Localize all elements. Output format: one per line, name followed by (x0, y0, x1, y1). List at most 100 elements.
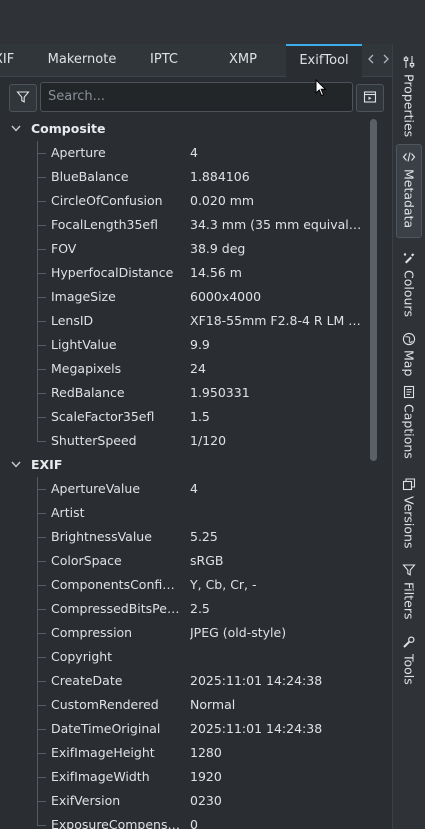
chevron-down-icon[interactable] (10, 117, 24, 141)
metadata-row[interactable]: ColorSpace sRGB (0, 549, 376, 573)
filter-button[interactable] (9, 84, 37, 112)
code-icon (401, 149, 417, 165)
metadata-row[interactable]: BlueBalance 1.884106 (0, 165, 376, 189)
wrench-icon (401, 634, 417, 650)
metadata-panel: EXIF Makernote IPTC XMP ExifTool Search.… (0, 44, 393, 829)
metadata-key: Aperture (51, 145, 106, 160)
metadata-key: Artist (51, 505, 85, 520)
palette-icon (401, 250, 417, 266)
tree-group[interactable]: Composite (0, 117, 376, 141)
sidebar-tab-label: Map (401, 350, 417, 377)
panel-menu-icon (363, 90, 377, 107)
metadata-key: FOV (51, 241, 77, 256)
metadata-row[interactable]: Megapixels 24 (0, 357, 376, 381)
metadata-row[interactable]: Artist (0, 501, 376, 525)
window-top-strip (0, 0, 425, 44)
metadata-row[interactable]: ApertureValue 4 (0, 477, 376, 501)
scrollbar-thumb[interactable] (370, 119, 377, 461)
metadata-row[interactable]: Compression JPEG (old-style) (0, 621, 376, 645)
metadata-value: JPEG (old-style) (190, 625, 287, 640)
metadata-value: Normal (190, 697, 236, 712)
tab-xmp[interactable]: XMP (210, 44, 276, 76)
metadata-row[interactable]: BrightnessValue 5.25 (0, 525, 376, 549)
metadata-row[interactable]: LightValue 9.9 (0, 333, 376, 357)
tree-group[interactable]: EXIF (0, 453, 376, 477)
tree-branch-line (37, 561, 46, 562)
tree-branch-line (37, 753, 46, 754)
metadata-key: ApertureValue (51, 481, 141, 496)
sidebar-tab-colours[interactable]: Colours (396, 246, 422, 322)
tree-branch-line (37, 777, 46, 778)
globe-icon (401, 332, 417, 346)
metadata-row[interactable]: ScaleFactor35efl 1.5 (0, 405, 376, 429)
metadata-row[interactable]: CustomRendered Normal (0, 693, 376, 717)
search-input[interactable]: Search... (40, 82, 353, 112)
chevron-left-icon[interactable] (364, 44, 378, 76)
metadata-row[interactable]: ExifVersion 0230 (0, 789, 376, 813)
tab-makernote[interactable]: Makernote (33, 44, 131, 76)
metadata-value: 1.884106 (190, 169, 250, 184)
metadata-row[interactable]: CreateDate 2025:11:01 14:24:38 (0, 669, 376, 693)
tree-branch-line (37, 537, 46, 538)
tree-branch-line (37, 633, 46, 634)
sidebar-tab-properties[interactable]: Properties (396, 50, 422, 140)
metadata-row[interactable]: ExifImageHeight 1280 (0, 741, 376, 765)
sidebar-tab-metadata[interactable]: Metadata (396, 144, 422, 238)
metadata-row[interactable]: HyperfocalDistance 14.56 m (0, 261, 376, 285)
metadata-key: ScaleFactor35efl (51, 409, 155, 424)
metadata-row[interactable]: ImageSize 6000x4000 (0, 285, 376, 309)
metadata-row[interactable]: DateTimeOriginal 2025:11:01 14:24:38 (0, 717, 376, 741)
metadata-row[interactable]: ComponentsConfig... Y, Cb, Cr, - (0, 573, 376, 597)
document-icon (401, 384, 417, 400)
metadata-row[interactable]: ShutterSpeed 1/120 (0, 429, 376, 453)
sidebar-tab-filters[interactable]: Filters (396, 558, 422, 624)
sidebar-tab-label: Colours (401, 270, 417, 318)
metadata-row[interactable]: ExifImageWidth 1920 (0, 765, 376, 789)
metadata-row[interactable]: Copyright (0, 645, 376, 669)
metadata-row[interactable]: RedBalance 1.950331 (0, 381, 376, 405)
tab-iptc[interactable]: IPTC (131, 44, 197, 76)
metadata-key: Megapixels (51, 361, 122, 376)
metadata-row[interactable]: ExposureCompensa... 0 (0, 813, 376, 829)
metadata-value: 0.020 mm (190, 193, 255, 208)
metadata-key: ColorSpace (51, 553, 122, 568)
tree-branch-line (37, 801, 46, 802)
metadata-value: 1/120 (190, 433, 227, 448)
metadata-row[interactable]: FOV 38.9 deg (0, 237, 376, 261)
chevron-right-icon[interactable] (379, 44, 393, 76)
metadata-key: DateTimeOriginal (51, 721, 161, 736)
tree-scrollbar[interactable] (370, 117, 378, 829)
tree-branch-line (37, 369, 46, 370)
tab-exiftool[interactable]: ExifTool (286, 44, 362, 77)
metadata-value: 2.5 (190, 601, 210, 616)
metadata-row[interactable]: FocalLength35efl 34.3 mm (35 mm equivale.… (0, 213, 376, 237)
sidebar-tab-tools[interactable]: Tools (396, 630, 422, 692)
metadata-row[interactable]: CompressedBitsPer... 2.5 (0, 597, 376, 621)
metadata-value: sRGB (190, 553, 224, 568)
stack-icon (401, 476, 417, 492)
tree-group-label: Composite (31, 121, 106, 136)
metadata-value: XF18-55mm F2.8-4 R LM OIS (190, 313, 362, 328)
sidebar-tab-versions[interactable]: Versions (396, 472, 422, 552)
metadata-row[interactable]: LensID XF18-55mm F2.8-4 R LM OIS (0, 309, 376, 333)
chevron-down-icon[interactable] (10, 453, 24, 477)
metadata-row[interactable]: CircleOfConfusion 0.020 mm (0, 189, 376, 213)
metadata-key: CircleOfConfusion (51, 193, 163, 208)
options-button[interactable] (356, 84, 384, 112)
metadata-key: CompressedBitsPer... (51, 601, 181, 616)
metadata-value: 0 (190, 817, 198, 829)
sidebar-tab-captions[interactable]: Captions (396, 380, 422, 466)
tree-branch-line (37, 225, 46, 226)
tree-branch-line (37, 249, 46, 250)
funnel-icon (16, 90, 30, 107)
metadata-row[interactable]: Aperture 4 (0, 141, 376, 165)
metadata-value: 9.9 (190, 337, 210, 352)
tree-group-label: EXIF (31, 457, 63, 472)
sidebar-tab-map[interactable]: Map (396, 328, 422, 377)
metadata-key: ExifImageHeight (51, 745, 155, 760)
tab-exif[interactable]: EXIF (0, 44, 22, 76)
tree-branch-line (37, 273, 46, 274)
metadata-value: 34.3 mm (35 mm equivale... (190, 217, 362, 232)
metadata-value: 24 (190, 361, 206, 376)
metadata-key: ImageSize (51, 289, 116, 304)
